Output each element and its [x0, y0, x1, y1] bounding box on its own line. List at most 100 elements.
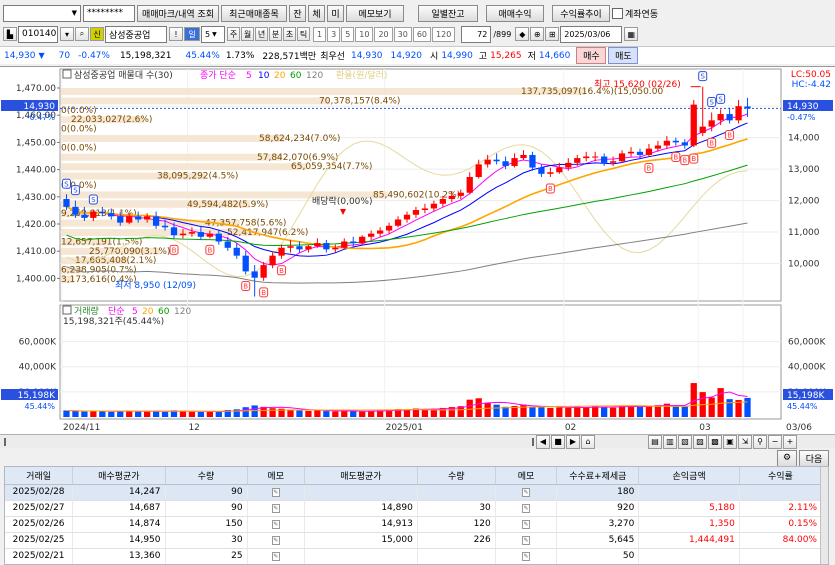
interval-120[interactable]: 120	[432, 26, 456, 42]
daily-balance-button[interactable]: 일별잔고	[418, 4, 478, 22]
return-trend-button[interactable]: 수익률추이	[552, 4, 610, 22]
chart-type-icon[interactable]: ▣	[723, 434, 737, 449]
period-value-select[interactable]: 5 ▼	[201, 25, 225, 43]
table-row[interactable]: 2025/02/28 14,247 90 ✎ ✎ 180	[5, 484, 823, 501]
trade-mark-query-button[interactable]: 매매마크/내역 조회	[137, 4, 219, 22]
zoom-in-button[interactable]: +	[783, 434, 797, 449]
memo-icon[interactable]: ✎	[247, 484, 305, 501]
date-input[interactable]: 2025/03/06	[560, 25, 623, 43]
chart-scrollbar[interactable]: ◀ ■ ▶ ⌂ ▤ ▥ ▧ ▨ ▩ ▣ ⇲ ⚲ − +	[0, 434, 835, 449]
dropdown-icon[interactable]: ▾	[60, 27, 74, 41]
memo-icon[interactable]: ✎	[247, 516, 305, 533]
memo-icon[interactable]: ✎	[522, 488, 531, 497]
memo-view-button[interactable]: 메모보기	[346, 4, 404, 22]
layout-icon[interactable]: ▩	[708, 434, 722, 449]
trade-history-table[interactable]: 거래일 매수평균가 수량 메모 매도평균가 수량 메모 수수료+제세금 손익금액…	[4, 466, 829, 565]
memo-icon[interactable]: ✎	[271, 520, 280, 529]
tab-month[interactable]: 월	[241, 27, 254, 41]
tab-tick[interactable]: 틱	[297, 27, 310, 41]
table-row[interactable]: 2025/02/25 14,950 30 ✎ 15,000 226 ✎ 5,645 1,444,…	[5, 532, 823, 549]
table-row[interactable]: 2025/02/27 14,687 90 ✎ 14,890 30 ✎ 920 5,180 2.11…	[5, 500, 823, 517]
col-rate[interactable]: 수익률	[739, 467, 823, 485]
calendar-icon[interactable]: ▦	[624, 27, 639, 41]
period-day-tab[interactable]: 일	[184, 27, 200, 41]
memo-icon[interactable]: ✎	[495, 500, 558, 517]
memo-icon[interactable]: ✎	[271, 552, 280, 561]
gear-icon[interactable]: ⚙	[777, 449, 797, 467]
col-sell-qty[interactable]: 수량	[417, 467, 496, 485]
interval-60[interactable]: 60	[412, 26, 432, 42]
compare-icon[interactable]: ▧	[678, 434, 692, 449]
volume-panel[interactable]	[59, 304, 782, 420]
password-field[interactable]: ********	[83, 4, 135, 22]
stock-name-field[interactable]: 삼성중공업	[105, 25, 167, 43]
buy-button[interactable]: 매수	[576, 47, 607, 64]
memo-icon[interactable]: ✎	[522, 504, 531, 513]
tool-icon[interactable]: ⌂	[581, 434, 595, 449]
memo-icon[interactable]: ✎	[522, 536, 531, 545]
col-pnl[interactable]: 손익금액	[638, 467, 740, 485]
memo-icon[interactable]: ✎	[522, 520, 531, 529]
interval-5[interactable]: 5	[341, 26, 355, 42]
memo-icon[interactable]: ✎	[271, 504, 280, 513]
recent-trade-items-button[interactable]: 최근매매종목	[221, 4, 287, 22]
tab-second[interactable]: 초	[283, 27, 296, 41]
pin-icon[interactable]: ▙	[3, 27, 17, 41]
chart-area[interactable]: 137,735,097(16.4%)(15,050.00 70,378,157(8…	[0, 66, 835, 435]
memo-icon[interactable]: ✎	[271, 536, 280, 545]
unexecuted-button[interactable]: 미	[327, 4, 344, 22]
col-sell-avg[interactable]: 매도평균가	[304, 467, 418, 485]
executed-button[interactable]: 체	[308, 4, 325, 22]
col-buy-avg[interactable]: 매수평균가	[72, 467, 166, 485]
interval-10[interactable]: 10	[355, 26, 374, 42]
col-buy-memo[interactable]: 메모	[247, 467, 305, 485]
memo-icon[interactable]: ✎	[495, 548, 558, 564]
info-icon[interactable]: !	[169, 27, 183, 41]
tab-year[interactable]: 년	[255, 27, 268, 41]
scroll-stop-button[interactable]: ■	[551, 434, 565, 449]
interval-1[interactable]: 1	[313, 26, 327, 42]
search-icon[interactable]: ⌕	[75, 27, 89, 41]
memo-icon[interactable]: ✎	[271, 488, 280, 497]
stock-chart[interactable]: 137,735,097(16.4%)(15,050.0070,378,157(8…	[0, 67, 835, 436]
scroll-end-handle[interactable]	[528, 437, 534, 446]
trade-profit-button[interactable]: 매매수익	[486, 4, 544, 22]
interval-3[interactable]: 3	[327, 26, 341, 42]
scroll-prev-button[interactable]: ◀	[536, 434, 550, 449]
table-row[interactable]: 2025/02/21 13,360 25 ✎ ✎ 50	[5, 548, 823, 564]
magnifier-icon[interactable]: ⊕	[530, 27, 545, 41]
memo-icon[interactable]: ✎	[495, 532, 558, 549]
overlay-icon[interactable]: ▨	[693, 434, 707, 449]
view-count-input[interactable]: 72	[461, 25, 492, 43]
stock-code-input[interactable]: 010140	[18, 25, 58, 43]
list-view-icon[interactable]: ▥	[663, 434, 677, 449]
col-buy-qty[interactable]: 수량	[165, 467, 248, 485]
grid-view-icon[interactable]: ▤	[648, 434, 662, 449]
col-fee[interactable]: 수수료+제세금	[556, 467, 640, 485]
memo-icon[interactable]: ✎	[495, 516, 558, 533]
tab-week[interactable]: 주	[227, 27, 240, 41]
memo-icon[interactable]: ✎	[247, 532, 305, 549]
memo-icon[interactable]: ✎	[247, 548, 305, 564]
table-row[interactable]: 2025/02/26 14,874 150 ✎ 14,913 120 ✎ 3,270 1,350…	[5, 516, 823, 533]
settings-icon[interactable]: ⊞	[545, 27, 560, 41]
scroll-next-button[interactable]: ▶	[566, 434, 580, 449]
memo-icon[interactable]: ✎	[495, 484, 558, 501]
next-button[interactable]: 다음	[799, 449, 829, 467]
zoom-search-icon[interactable]: ⚲	[753, 434, 767, 449]
sell-button[interactable]: 매도	[608, 47, 639, 64]
zoom-out-button[interactable]: −	[768, 434, 782, 449]
drag-handle-icon[interactable]: ⇲	[738, 434, 752, 449]
zoom-fit-icon[interactable]: ◆	[515, 27, 530, 41]
balance-button[interactable]: 잔	[289, 4, 306, 22]
col-date[interactable]: 거래일	[5, 467, 74, 485]
scroll-start-handle[interactable]	[4, 437, 10, 446]
col-sell-memo[interactable]: 메모	[495, 467, 558, 485]
memo-icon[interactable]: ✎	[247, 500, 305, 517]
interval-30[interactable]: 30	[393, 26, 412, 42]
checkbox-box[interactable]	[612, 7, 623, 19]
tab-minute[interactable]: 분	[269, 27, 282, 41]
interval-20[interactable]: 20	[374, 26, 393, 42]
account-select[interactable]: ▼	[3, 4, 81, 22]
memo-icon[interactable]: ✎	[522, 552, 531, 561]
